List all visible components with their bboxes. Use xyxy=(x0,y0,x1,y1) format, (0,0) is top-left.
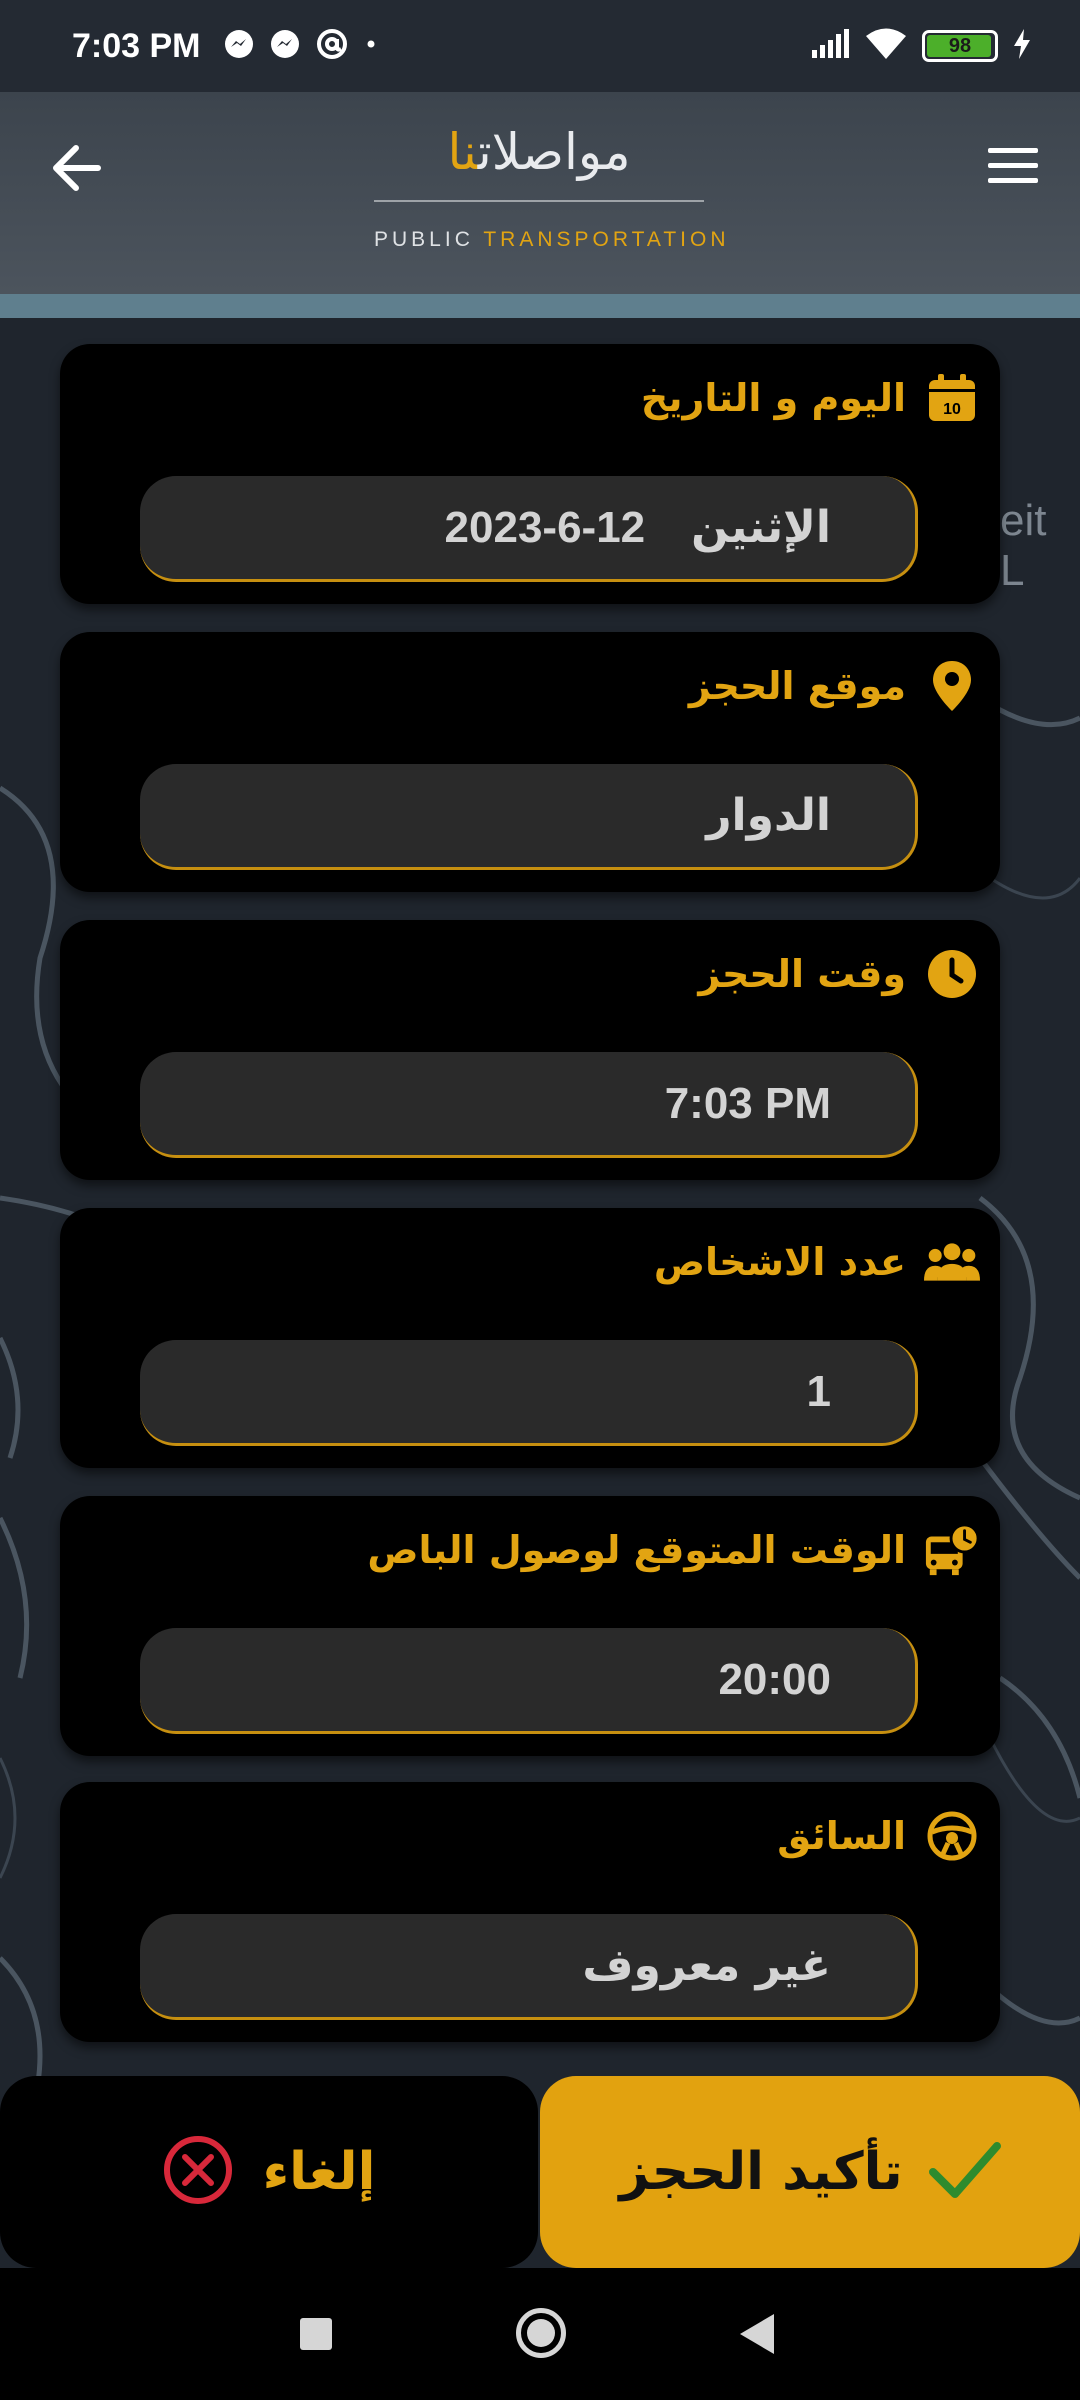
confirm-label: تأكيد الحجز xyxy=(619,2142,903,2202)
logo-divider xyxy=(374,200,704,202)
logo-arabic-main: مواصلات xyxy=(477,123,631,181)
arrival-card: الوقت المتوقع لوصول الباص 20:00 xyxy=(60,1496,1000,1756)
status-bar: 7:03 PM 98 xyxy=(0,0,1080,92)
date-value: الإثنين 2023-6-12 xyxy=(445,502,831,553)
arrival-card-title: الوقت المتوقع لوصول الباص xyxy=(367,1520,980,1580)
date-number: 2023-6-12 xyxy=(444,503,646,552)
location-pin-icon xyxy=(924,658,980,714)
messenger-icon xyxy=(223,28,255,64)
calendar-icon: 10 xyxy=(924,370,980,426)
location-label: موقع الحجز xyxy=(688,664,906,708)
charging-icon xyxy=(1012,28,1032,64)
time-card-title: وقت الحجز xyxy=(698,944,980,1004)
persons-label: عدد الاشخاص xyxy=(653,1240,906,1284)
action-bar: إلغاء تأكيد الحجز xyxy=(0,2076,1080,2268)
clock-icon xyxy=(924,946,980,1002)
date-card: 10 اليوم و التاريخ الإثنين 2023-6-12 xyxy=(60,344,1000,604)
date-field[interactable]: الإثنين 2023-6-12 xyxy=(140,476,918,582)
driver-card: السائق غير معروف xyxy=(60,1782,1000,2042)
steering-wheel-icon xyxy=(924,1808,980,1864)
date-label: اليوم و التاريخ xyxy=(640,376,906,420)
map-street-label: eit L xyxy=(1000,496,1047,595)
driver-label: السائق xyxy=(777,1814,906,1858)
messenger-icon xyxy=(269,28,301,64)
bus-clock-icon xyxy=(924,1522,980,1578)
time-card: وقت الحجز 7:03 PM xyxy=(60,920,1000,1180)
menu-button[interactable] xyxy=(986,146,1040,186)
persons-value: 1 xyxy=(807,1366,831,1417)
persons-number: 1 xyxy=(806,1367,831,1416)
system-back-button[interactable] xyxy=(740,2314,774,2354)
cancel-button[interactable]: إلغاء xyxy=(0,2076,538,2268)
home-button[interactable] xyxy=(516,2308,566,2358)
driver-value: غير معروف xyxy=(582,1940,831,1991)
cancel-circle-icon xyxy=(163,2135,233,2209)
logo-english-accent: TRANSPORTATION xyxy=(483,228,730,251)
at-sign-icon xyxy=(315,27,349,65)
signal-icon xyxy=(810,28,850,64)
people-icon xyxy=(924,1234,980,1290)
driver-card-title: السائق xyxy=(777,1806,980,1866)
location-field[interactable]: الدوار xyxy=(140,764,918,870)
recent-apps-button[interactable] xyxy=(300,2318,332,2350)
logo-arabic: مواصلاتنا xyxy=(374,110,704,194)
notification-icons xyxy=(223,27,379,65)
driver-field[interactable]: غير معروف xyxy=(140,1914,918,2020)
arrival-number: 20:00 xyxy=(718,1655,831,1704)
wifi-icon xyxy=(864,27,908,65)
persons-card-title: عدد الاشخاص xyxy=(654,1232,980,1292)
hamburger-menu-icon xyxy=(988,148,1038,183)
checkmark-icon xyxy=(928,2140,1001,2204)
location-value: الدوار xyxy=(706,790,831,841)
location-card-title: موقع الحجز xyxy=(689,656,980,716)
back-button[interactable] xyxy=(48,140,108,196)
svg-text:10: 10 xyxy=(943,401,961,418)
persons-card: عدد الاشخاص 1 xyxy=(60,1208,1000,1468)
logo-english: PUBLIC TRANSPORTATION xyxy=(374,228,726,252)
arrival-field[interactable]: 20:00 xyxy=(140,1628,918,1734)
arrival-label: الوقت المتوقع لوصول الباص xyxy=(367,1528,906,1572)
time-label: وقت الحجز xyxy=(698,952,906,996)
system-status-icons: 98 xyxy=(810,27,1032,65)
battery-icon: 98 xyxy=(922,30,998,62)
cancel-label: إلغاء xyxy=(262,2142,376,2202)
logo-arabic-accent: نا xyxy=(447,123,478,181)
date-day: الإثنين xyxy=(691,502,831,553)
system-nav-bar xyxy=(0,2268,1080,2400)
arrival-value: 20:00 xyxy=(718,1654,831,1705)
logo-english-main: PUBLIC xyxy=(374,228,484,251)
header-divider-band xyxy=(0,294,1080,318)
time-value: 7:03 PM xyxy=(665,1078,831,1129)
app-logo: مواصلاتنا PUBLIC TRANSPORTATION xyxy=(374,110,726,260)
time-field[interactable]: 7:03 PM xyxy=(140,1052,918,1158)
persons-field[interactable]: 1 xyxy=(140,1340,918,1446)
location-card: موقع الحجز الدوار xyxy=(60,632,1000,892)
confirm-booking-button[interactable]: تأكيد الحجز xyxy=(540,2076,1080,2268)
time-number: 7:03 PM xyxy=(664,1079,831,1128)
arrow-left-icon xyxy=(53,145,101,191)
status-time: 7:03 PM xyxy=(72,26,201,65)
dot-icon xyxy=(363,36,379,56)
battery-level: 98 xyxy=(948,34,972,57)
date-card-title: 10 اليوم و التاريخ xyxy=(641,368,980,428)
